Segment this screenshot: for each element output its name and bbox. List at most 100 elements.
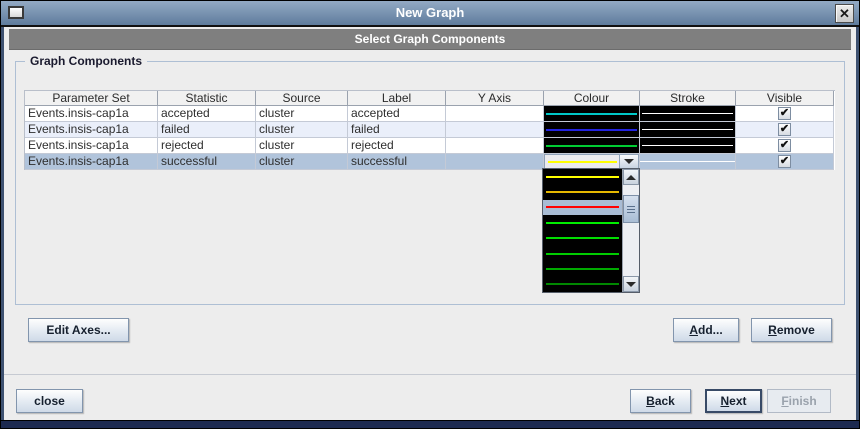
cell-label[interactable]: accepted (348, 106, 446, 122)
colour-line (546, 191, 619, 194)
column-header-colour[interactable]: Colour (544, 91, 640, 106)
colour-swatch (544, 106, 639, 121)
close-button[interactable]: close (16, 389, 83, 413)
cell-colour[interactable] (544, 122, 640, 138)
cell-statistic[interactable]: accepted (158, 106, 256, 122)
new-graph-dialog: New Graph ✕ Select Graph Components Grap… (0, 0, 860, 429)
stroke-swatch (640, 106, 735, 121)
cell-label[interactable]: rejected (348, 138, 446, 154)
cell-stroke[interactable] (640, 106, 736, 122)
column-header-stroke[interactable]: Stroke (640, 91, 736, 106)
colour-option[interactable] (543, 261, 622, 277)
cell-parameter-set[interactable]: Events.insis-cap1a (25, 138, 158, 154)
visible-checkbox[interactable]: ✔ (778, 123, 791, 136)
dropdown-scrollbar[interactable] (622, 169, 639, 292)
column-header-parameter-set[interactable]: Parameter Set (25, 91, 158, 106)
colour-option[interactable] (543, 184, 622, 200)
add-button-label: dd... (698, 323, 723, 337)
cell-source[interactable]: cluster (256, 122, 348, 138)
colour-line (546, 145, 637, 147)
add-button[interactable]: Add... (673, 318, 739, 342)
colour-option[interactable] (543, 215, 622, 231)
chevron-up-icon (626, 174, 636, 180)
cell-label[interactable]: successful (348, 154, 446, 170)
cell-parameter-set[interactable]: Events.insis-cap1a (25, 154, 158, 170)
scroll-down-button[interactable] (623, 276, 639, 292)
scroll-up-button[interactable] (623, 169, 639, 185)
titlebar[interactable]: New Graph ✕ (1, 1, 859, 27)
finish-button: Finish (767, 389, 831, 413)
cell-stroke[interactable] (640, 154, 736, 170)
column-header-y-axis[interactable]: Y Axis (446, 91, 544, 106)
cell-visible[interactable]: ✔ (736, 138, 834, 154)
remove-button[interactable]: Remove (751, 318, 832, 342)
table-row[interactable]: Events.insis-cap1a accepted cluster acce… (25, 106, 835, 122)
cell-statistic[interactable]: successful (158, 154, 256, 170)
visible-checkbox[interactable]: ✔ (778, 139, 791, 152)
next-button-label: ext (729, 394, 747, 408)
cell-colour[interactable] (544, 138, 640, 154)
table-row[interactable]: Events.insis-cap1a rejected cluster reje… (25, 138, 835, 154)
stroke-line (642, 129, 733, 130)
colour-line (546, 221, 619, 224)
colour-line (546, 283, 619, 286)
remove-button-label: emove (776, 323, 815, 337)
colour-option-list (543, 169, 622, 292)
next-button-mnemonic: N (720, 394, 730, 408)
cell-stroke[interactable] (640, 138, 736, 154)
cell-parameter-set[interactable]: Events.insis-cap1a (25, 122, 158, 138)
table-row-selected[interactable]: Events.insis-cap1a successful cluster su… (25, 154, 835, 170)
cell-stroke[interactable] (640, 122, 736, 138)
cell-y-axis[interactable] (446, 122, 544, 138)
colour-option[interactable] (543, 169, 622, 185)
column-header-visible[interactable]: Visible (736, 91, 834, 106)
cell-visible[interactable]: ✔ (736, 106, 834, 122)
cell-statistic[interactable]: failed (158, 122, 256, 138)
combobox-dropdown-button[interactable] (619, 155, 638, 168)
cell-label[interactable]: failed (348, 122, 446, 138)
back-button[interactable]: Back (630, 389, 691, 413)
scrollbar-thumb[interactable] (623, 195, 639, 223)
column-header-label[interactable]: Label (348, 91, 446, 106)
colour-combobox-value[interactable] (545, 155, 619, 168)
cell-y-axis[interactable] (446, 154, 544, 170)
colour-swatch (544, 138, 639, 153)
graph-components-group: Graph Components Parameter Set Statistic… (15, 54, 845, 305)
colour-swatch (544, 122, 639, 137)
chevron-down-icon (624, 159, 634, 164)
stroke-line (642, 113, 733, 114)
cell-y-axis[interactable] (446, 106, 544, 122)
chevron-down-icon (626, 281, 636, 287)
colour-option[interactable] (543, 199, 622, 216)
button-row-separator (4, 374, 856, 375)
colour-option[interactable] (543, 245, 622, 262)
visible-checkbox[interactable]: ✔ (778, 107, 791, 120)
cell-visible[interactable]: ✔ (736, 154, 834, 170)
stroke-swatch (640, 154, 735, 169)
visible-checkbox[interactable]: ✔ (778, 155, 791, 168)
scrollbar-track[interactable] (623, 185, 639, 276)
group-title: Graph Components (25, 54, 148, 68)
column-header-source[interactable]: Source (256, 91, 348, 106)
cell-visible[interactable]: ✔ (736, 122, 834, 138)
cell-source[interactable]: cluster (256, 106, 348, 122)
cell-source[interactable]: cluster (256, 138, 348, 154)
window-bottom-border (1, 420, 859, 428)
edit-axes-button[interactable]: Edit Axes... (28, 318, 129, 342)
cell-source[interactable]: cluster (256, 154, 348, 170)
colour-line (546, 129, 637, 131)
next-button[interactable]: Next (705, 389, 762, 413)
cell-colour[interactable] (544, 106, 640, 122)
colour-line (546, 237, 619, 240)
finish-button-label: inish (788, 394, 817, 408)
stroke-line (642, 145, 733, 146)
column-header-statistic[interactable]: Statistic (158, 91, 256, 106)
cell-y-axis[interactable] (446, 138, 544, 154)
colour-option[interactable] (543, 276, 622, 292)
cell-statistic[interactable]: rejected (158, 138, 256, 154)
close-icon[interactable]: ✕ (835, 4, 854, 23)
colour-combobox[interactable] (544, 154, 639, 169)
colour-option[interactable] (543, 230, 622, 246)
table-row[interactable]: Events.insis-cap1a failed cluster failed… (25, 122, 835, 138)
cell-parameter-set[interactable]: Events.insis-cap1a (25, 106, 158, 122)
